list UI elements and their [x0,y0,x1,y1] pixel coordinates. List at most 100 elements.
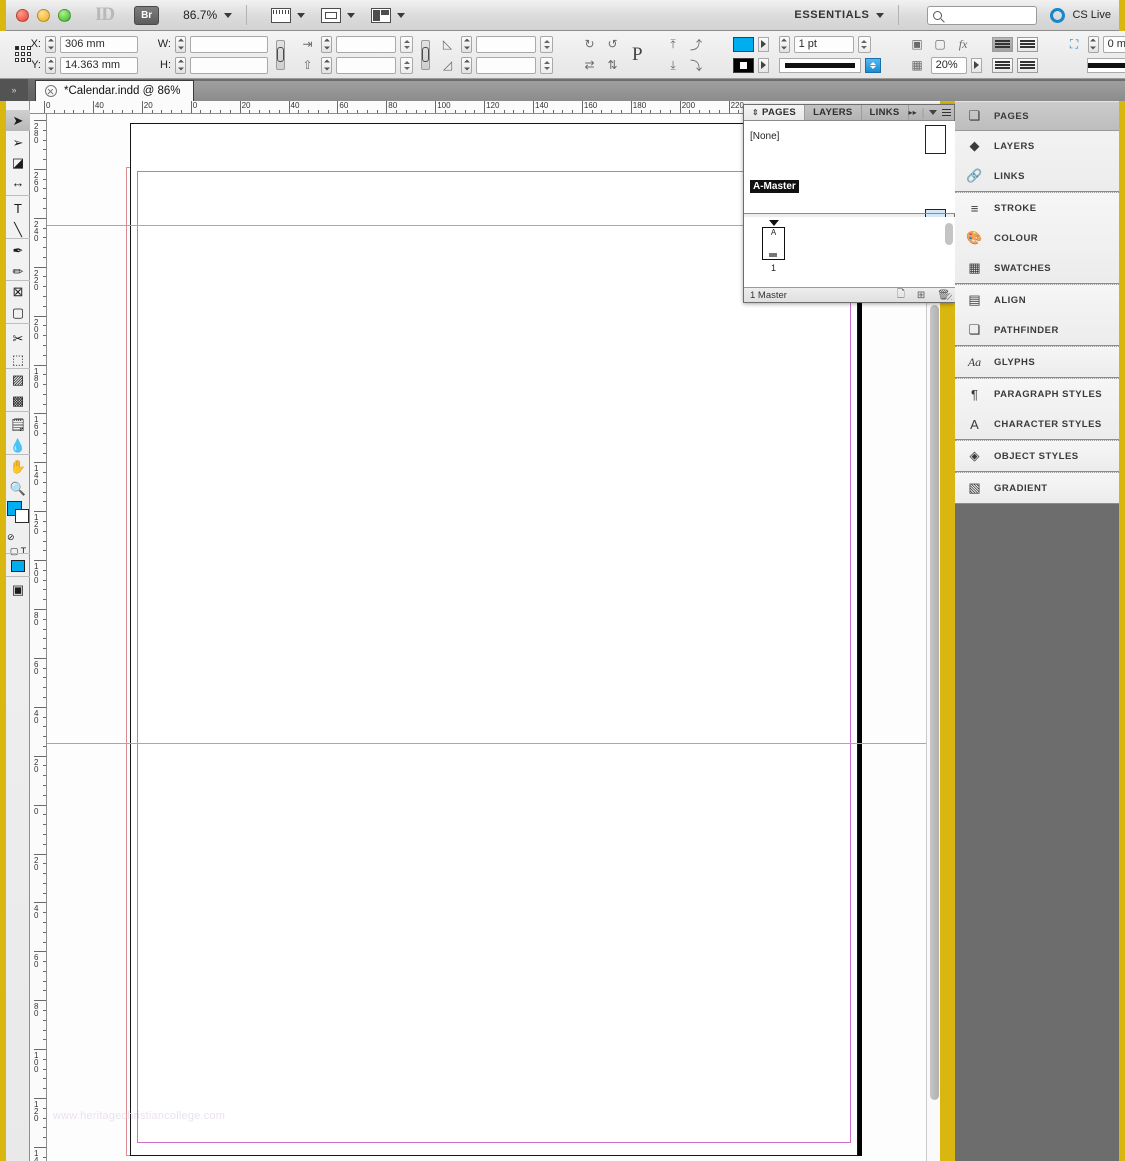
dock-item-swatches[interactable]: ▦ SWATCHES [955,253,1119,283]
pen-tool[interactable]: ✒ [6,240,30,261]
pages-panel-floating[interactable]: ⇕ PAGES LAYERS LINKS ▸▸ | [None] A-Maste… [743,104,956,304]
pencil-tool[interactable]: ✏ [6,261,30,282]
corner-size-field[interactable]: 0 mm [1102,35,1125,53]
master-page-row[interactable]: [None] [744,121,956,154]
rotation-dropdown[interactable] [540,35,553,53]
frame-tool[interactable]: ⊠ [6,281,30,302]
rotate-clockwise-button[interactable]: ↻ [580,36,599,53]
shear-stepper[interactable] [461,56,472,74]
tab-links[interactable]: LINKS [862,105,909,120]
dock-item-colour[interactable]: 🎨 COLOUR [955,223,1119,253]
dock-item-object-styles[interactable]: ◈ OBJECT STYLES [955,441,1119,471]
dock-item-gradient[interactable]: ▧ GRADIENT [955,473,1119,503]
free-transform-tool[interactable]: ⬚ [6,349,30,370]
drop-shadow-button[interactable]: ▣ [908,36,927,53]
fx-button[interactable]: fx [954,36,973,53]
minimize-window-button[interactable] [37,8,50,22]
fill-color-swatch[interactable] [732,36,754,52]
chevron-down-icon[interactable] [929,110,938,115]
stroke-style-dropdown[interactable] [864,57,881,73]
panel-menu-icon[interactable] [942,109,952,116]
w-field[interactable] [190,35,268,53]
send-to-back-button[interactable]: ⤓ [664,57,683,74]
stroke-color-swatch[interactable] [732,57,754,73]
dock-item-stroke[interactable]: ≡ STROKE [955,193,1119,223]
dock-item-pages[interactable]: ❏ PAGES [955,101,1119,131]
stroke-weight-field[interactable]: 1 pt [793,35,854,53]
stroke-weight-dropdown[interactable] [857,35,871,53]
direct-selection-tool[interactable]: ➢ [6,132,30,153]
object-effects-button[interactable]: ▢ [931,36,950,53]
page-tool[interactable]: ◪ [6,152,30,173]
corner-size-stepper[interactable] [1087,35,1099,53]
stroke-color-dropdown[interactable] [757,57,769,73]
text-wrap-jump-button[interactable] [1016,57,1038,73]
create-new-page-icon[interactable]: ⊞ [917,290,925,301]
tab-layers[interactable]: LAYERS [805,105,862,120]
corner-shape-preview[interactable] [1086,57,1125,73]
arrange-documents-button[interactable] [371,7,406,23]
selection-tool[interactable]: ➤ [6,110,30,131]
eyedropper-tool[interactable]: 💧 [6,435,30,456]
x-field[interactable]: 306 mm [60,35,138,53]
text-align-left-button[interactable] [991,36,1013,52]
h-stepper[interactable] [175,56,186,74]
workspace-switcher[interactable]: ESSENTIALS [794,9,885,21]
scale-x-field[interactable] [336,35,396,53]
scale-x-dropdown[interactable] [400,35,413,53]
scale-x-stepper[interactable] [321,35,332,53]
x-stepper[interactable] [45,35,56,53]
dock-item-pathfinder[interactable]: ❏ PATHFINDER [955,315,1119,345]
panel-splitter[interactable] [744,213,956,214]
text-wrap-bounding-button[interactable] [1016,36,1038,52]
text-wrap-shape-button[interactable] [991,57,1013,73]
rotation-field[interactable] [476,35,536,53]
master-page-thumbnail[interactable] [925,125,946,154]
w-stepper[interactable] [175,35,186,53]
dock-item-align[interactable]: ▤ ALIGN [955,285,1119,315]
scale-y-field[interactable] [336,56,396,74]
frame-fitting-icon[interactable]: ⛶ [1065,36,1084,53]
document-tab[interactable]: *Calendar.indd @ 86% [35,80,194,101]
panel-expand-icon[interactable]: » [0,79,28,101]
window-controls[interactable] [16,8,71,22]
h-field[interactable] [190,56,268,74]
gap-tool[interactable]: ↔ [6,172,30,193]
pages-list-scrollbar[interactable] [945,223,953,245]
stroke-weight-stepper[interactable] [778,35,790,53]
fill-stroke-swatch-toolbox[interactable] [7,501,29,523]
constrain-scale-button[interactable] [421,39,430,70]
flip-vertical-button[interactable]: ⇅ [603,57,622,74]
flip-horizontal-button[interactable]: ⇄ [580,57,599,74]
shear-field[interactable] [476,56,536,74]
note-tool[interactable]: 🗒 [6,414,30,435]
fill-color-dropdown[interactable] [757,36,769,52]
scissors-tool[interactable]: ✂ [6,328,30,349]
maximize-window-button[interactable] [58,8,71,22]
new-master-icon[interactable]: 🗋 [897,287,905,304]
collapse-panel-icon[interactable]: ▸▸ [909,108,917,117]
tab-pages[interactable]: ⇕ PAGES [744,105,806,120]
page-thumbnail[interactable]: A [762,227,785,260]
dock-item-character-styles[interactable]: A CHARACTER STYLES [955,409,1119,439]
select-container-icon[interactable]: P [632,44,643,66]
zoom-level-selector[interactable]: 86.7% [183,8,233,22]
rectangle-tool[interactable]: ▢ [6,302,30,323]
dock-item-layers[interactable]: ◆ LAYERS [955,131,1119,161]
search-input[interactable] [927,5,1038,25]
bring-to-front-button[interactable]: ⤒ [664,36,683,53]
master-page-row[interactable]: A-Master [744,171,956,238]
stroke-swatch-icon[interactable] [15,509,29,523]
hand-tool[interactable]: ✋ [6,456,30,477]
opacity-field[interactable]: 20% [930,56,967,74]
document-pages-list[interactable]: A 1 [744,217,956,289]
scale-y-stepper[interactable] [321,56,332,74]
dock-item-glyphs[interactable]: Aa GLYPHS [955,347,1119,377]
shear-dropdown[interactable] [540,56,553,74]
opacity-dropdown[interactable] [970,57,982,73]
normal-view-mode-button[interactable]: ▣ [6,579,30,600]
bridge-icon[interactable]: Br [134,5,160,25]
close-icon[interactable] [45,85,57,97]
close-window-button[interactable] [16,8,29,22]
ruler-guide-horizontal[interactable] [47,743,940,744]
